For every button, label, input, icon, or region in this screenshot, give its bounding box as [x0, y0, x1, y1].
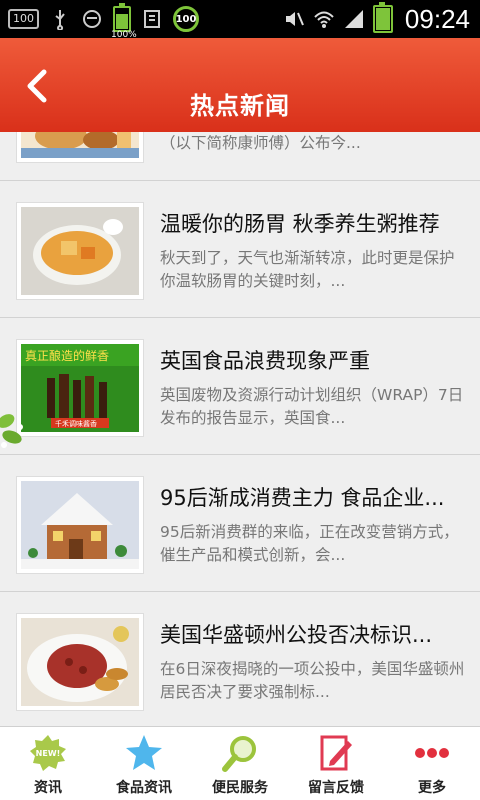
news-desc: 95后新消费群的来临，正在改变营销方式，催生产品和模式创新，会...	[160, 523, 459, 564]
news-item[interactable]: 美国华盛顿州公投否决标识... 在6日深夜揭晓的一项公投中，美国华盛顿州居民否决…	[0, 592, 480, 726]
news-title: 英国食品浪费现象严重	[160, 349, 370, 373]
svg-text:真正酿造的鲜香: 真正酿造的鲜香	[25, 348, 109, 363]
score-badge-icon: 100	[173, 6, 199, 32]
news-item[interactable]: （以下简称康师傅）公布今...	[0, 132, 480, 181]
app-header: 热点新闻	[0, 38, 480, 132]
svg-text:NEW!: NEW!	[36, 749, 61, 758]
tab-label: 便民服务	[212, 780, 268, 796]
news-thumbnail	[16, 202, 144, 300]
gingerbread-house-image-icon	[21, 481, 139, 569]
battery-icon	[372, 2, 393, 33]
news-thumbnail	[16, 476, 144, 574]
tab-services[interactable]: 便民服务	[192, 727, 288, 800]
usb-icon	[55, 10, 65, 30]
news-item[interactable]: 温暖你的肠胃 秋季养生粥推荐 秋天到了，天气也渐渐转凉，此时更是保护你温软肠胃的…	[0, 181, 480, 318]
news-desc: （以下简称康师傅）公布今...	[160, 134, 361, 152]
tab-label: 资讯	[34, 780, 62, 796]
tab-label: 更多	[418, 780, 446, 796]
more-dots-icon	[415, 748, 449, 758]
new-badge-icon: NEW!	[30, 735, 66, 771]
signal-icon	[344, 10, 363, 28]
leaf-decoration-icon	[0, 414, 23, 448]
spaghetti-image-icon	[21, 618, 139, 706]
news-thumbnail	[16, 132, 144, 163]
tab-news[interactable]: NEW! 资讯	[0, 727, 96, 800]
status-bar: 100 100% 100 09:24	[0, 0, 480, 40]
bottom-tab-bar: NEW! 资讯 食品资讯 便民服务 留言反馈 更多	[0, 726, 480, 800]
news-title: 95后渐成消费主力 食品企业...	[160, 486, 445, 510]
soy-sauce-ad-image-icon: 真正酿造的鲜香千禾调味酱香	[21, 344, 139, 432]
tab-more[interactable]: 更多	[384, 727, 480, 800]
news-desc: 在6日深夜揭晓的一项公投中，美国华盛顿州居民否决了要求强制标...	[160, 660, 465, 701]
tab-label: 食品资讯	[116, 780, 172, 796]
sim-icon	[144, 10, 160, 28]
news-desc: 秋天到了，天气也渐渐转凉，此时更是保护你温软肠胃的关键时刻，...	[160, 249, 455, 290]
news-thumbnail: 真正酿造的鲜香千禾调味酱香	[16, 339, 144, 437]
storage-icon: 100	[8, 9, 39, 29]
star-icon	[126, 735, 162, 770]
news-thumbnail	[16, 613, 144, 711]
news-title: 温暖你的肠胃 秋季养生粥推荐	[160, 212, 440, 236]
pastry-image-icon	[21, 132, 139, 158]
news-desc: 英国废物及资源行动计划组织（WRAP）7日发布的报告显示，英国食...	[160, 386, 464, 427]
news-item[interactable]: 真正酿造的鲜香千禾调味酱香 英国食品浪费现象严重 英国废物及资源行动计划组织（W…	[0, 318, 480, 455]
news-list[interactable]: （以下简称康师傅）公布今... 温暖你的肠胃 秋季养生粥推荐 秋天到了，天气也渐…	[0, 132, 480, 726]
edit-note-icon	[320, 735, 352, 771]
tab-food-news[interactable]: 食品资讯	[96, 727, 192, 800]
wifi-icon	[314, 11, 334, 28]
porridge-image-icon	[21, 207, 139, 295]
tab-label: 留言反馈	[308, 780, 364, 796]
clock: 09:24	[404, 3, 470, 34]
battery-small-icon: 100%	[111, 3, 137, 40]
news-title: 美国华盛顿州公投否决标识...	[160, 623, 433, 647]
svg-text:千禾调味酱香: 千禾调味酱香	[55, 419, 97, 428]
emoticon-icon	[83, 10, 101, 28]
news-item[interactable]: 95后渐成消费主力 食品企业... 95后新消费群的来临，正在改变营销方式，催生…	[0, 455, 480, 592]
page-title: 热点新闻	[190, 92, 290, 120]
magnifier-icon	[222, 736, 256, 772]
mute-icon	[285, 12, 304, 26]
tab-feedback[interactable]: 留言反馈	[288, 727, 384, 800]
